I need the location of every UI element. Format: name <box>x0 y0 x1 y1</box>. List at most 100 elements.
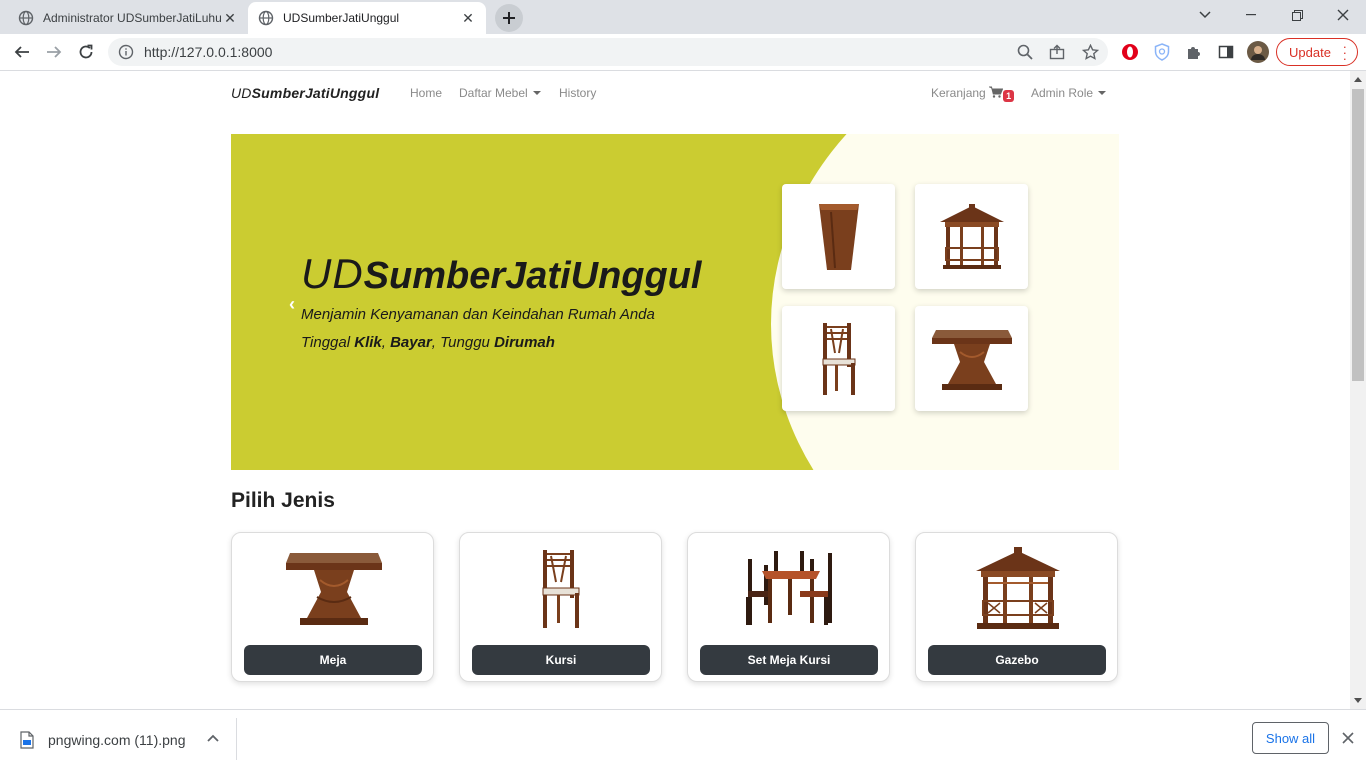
chair-icon <box>542 550 579 628</box>
section-title: Pilih Jenis <box>231 489 335 512</box>
category-image <box>232 543 435 635</box>
page-scrollbar[interactable] <box>1350 71 1366 709</box>
brand-prefix: UD <box>231 85 252 101</box>
reload-button[interactable] <box>72 38 100 66</box>
hero-tile-vase <box>782 184 895 289</box>
scroll-up-icon[interactable] <box>1354 77 1362 82</box>
nav-admin-role[interactable]: Admin Role <box>1031 86 1107 100</box>
category-image <box>460 543 663 635</box>
close-icon[interactable]: ✕ <box>222 10 238 26</box>
globe-icon <box>18 10 34 26</box>
tab-admin[interactable]: Administrator UDSumberJatiLuhur ✕ <box>8 2 248 34</box>
plus-icon <box>503 12 515 24</box>
hero-tagline-1: Menjamin Kenyamanan dan Keindahan Rumah … <box>301 306 655 323</box>
scroll-down-icon[interactable] <box>1354 698 1362 703</box>
nav-home[interactable]: Home <box>410 86 442 100</box>
reload-icon <box>79 44 93 59</box>
divider <box>236 718 237 760</box>
page-viewport: UDSumberJatiUnggul Home Daftar Mebel His… <box>0 71 1350 709</box>
tab-search-button[interactable] <box>1182 0 1228 30</box>
download-item[interactable]: pngwing.com (11).png <box>20 728 185 752</box>
category-button-meja[interactable]: Meja <box>244 645 422 675</box>
chevron-up-icon[interactable] <box>206 731 220 745</box>
download-filename: pngwing.com (11).png <box>48 732 186 748</box>
tagline-part: , <box>381 334 391 351</box>
restore-button[interactable] <box>1274 0 1320 30</box>
category-button-set-meja-kursi[interactable]: Set Meja Kursi <box>700 645 878 675</box>
table-icon <box>931 329 1012 390</box>
site-brand[interactable]: UDSumberJatiUnggul <box>231 85 379 101</box>
tagline-part: , Tunggu <box>431 334 495 351</box>
share-icon[interactable] <box>1045 40 1069 64</box>
hero-title: UDSumberJatiUnggul <box>301 249 701 301</box>
caret-down-icon <box>532 91 541 95</box>
category-button-gazebo[interactable]: Gazebo <box>928 645 1106 675</box>
nav-cart-label: Keranjang <box>931 86 986 100</box>
category-button-kursi[interactable]: Kursi <box>472 645 650 675</box>
puzzle-icon[interactable] <box>1183 41 1205 63</box>
update-label: Update <box>1289 44 1331 60</box>
chevron-down-icon <box>1199 11 1211 19</box>
tagline-dirumah: Dirumah <box>494 334 555 351</box>
arrow-left-icon <box>14 46 29 58</box>
scrollbar-thumb[interactable] <box>1352 89 1364 381</box>
zoom-icon[interactable] <box>1013 40 1037 64</box>
gazebo-icon <box>975 547 1060 629</box>
new-tab-button[interactable] <box>495 4 523 32</box>
chair-icon <box>822 322 855 395</box>
arrow-right-icon <box>47 46 62 58</box>
url-text: http://127.0.0.1:8000 <box>144 44 273 60</box>
opera-extension-icon[interactable] <box>1119 41 1141 63</box>
nav-daftar-mebel[interactable]: Daftar Mebel <box>459 86 541 100</box>
hero-tagline-2: Tinggal Klik, Bayar, Tunggu Dirumah <box>301 329 701 357</box>
back-button[interactable] <box>8 38 36 66</box>
browser-toolbar: http://127.0.0.1:8000 Update · · · <box>0 34 1366 71</box>
show-all-button[interactable]: Show all <box>1252 722 1329 754</box>
close-window-button[interactable] <box>1320 0 1366 30</box>
category-card-gazebo[interactable]: Gazebo <box>915 532 1118 682</box>
table-icon <box>285 553 382 625</box>
nav-admin-role-label: Admin Role <box>1031 86 1094 100</box>
hero-title-prefix: UD <box>301 250 364 297</box>
info-icon <box>118 44 134 60</box>
hero-tile-table <box>915 306 1028 411</box>
shield-icon[interactable] <box>1151 41 1173 63</box>
nav-cart[interactable]: Keranjang 1 <box>931 86 1015 102</box>
tagline-klik: Klik <box>354 334 382 351</box>
tagline-part: Tinggal <box>301 334 355 351</box>
category-image <box>688 543 891 635</box>
nav-daftar-mebel-label: Daftar Mebel <box>459 86 528 100</box>
close-icon[interactable] <box>1338 728 1358 748</box>
more-vertical-icon: · · · <box>1342 39 1347 66</box>
side-panel-icon[interactable] <box>1215 41 1237 63</box>
address-bar[interactable]: http://127.0.0.1:8000 <box>108 38 1108 66</box>
category-card-set-meja-kursi[interactable]: Set Meja Kursi <box>687 532 890 682</box>
hero-title-name: SumberJatiUnggul <box>363 255 702 297</box>
tab-site[interactable]: UDSumberJatiUnggul ✕ <box>248 2 486 34</box>
file-icon <box>20 731 34 749</box>
tab-title: UDSumberJatiUnggul <box>283 11 400 25</box>
category-card-kursi[interactable]: Kursi <box>459 532 662 682</box>
bookmark-star-icon[interactable] <box>1078 40 1102 64</box>
minimize-icon <box>1246 14 1256 16</box>
hero-tile-chair <box>782 306 895 411</box>
restore-icon <box>1291 9 1303 21</box>
cart-icon <box>989 86 1004 98</box>
brand-name: SumberJatiUnggul <box>251 85 380 101</box>
site-navbar: UDSumberJatiUnggul Home Daftar Mebel His… <box>231 83 1119 103</box>
tab-strip: Administrator UDSumberJatiLuhur ✕ UDSumb… <box>0 0 1366 34</box>
cart-count-badge: 1 <box>1003 90 1015 102</box>
nav-history[interactable]: History <box>559 86 596 100</box>
category-card-meja[interactable]: Meja <box>231 532 434 682</box>
dining-set-icon <box>745 551 832 625</box>
minimize-button[interactable] <box>1228 0 1274 30</box>
forward-button[interactable] <box>40 38 68 66</box>
vase-icon <box>818 203 859 270</box>
tagline-bayar: Bayar <box>390 334 432 351</box>
profile-avatar[interactable] <box>1247 41 1269 63</box>
caret-down-icon <box>1098 91 1107 95</box>
download-bar: pngwing.com (11).png Show all <box>0 709 1366 768</box>
carousel-prev-button[interactable]: ‹ <box>289 294 295 315</box>
close-icon[interactable]: ✕ <box>460 10 476 26</box>
update-button[interactable]: Update · · · <box>1276 38 1358 66</box>
